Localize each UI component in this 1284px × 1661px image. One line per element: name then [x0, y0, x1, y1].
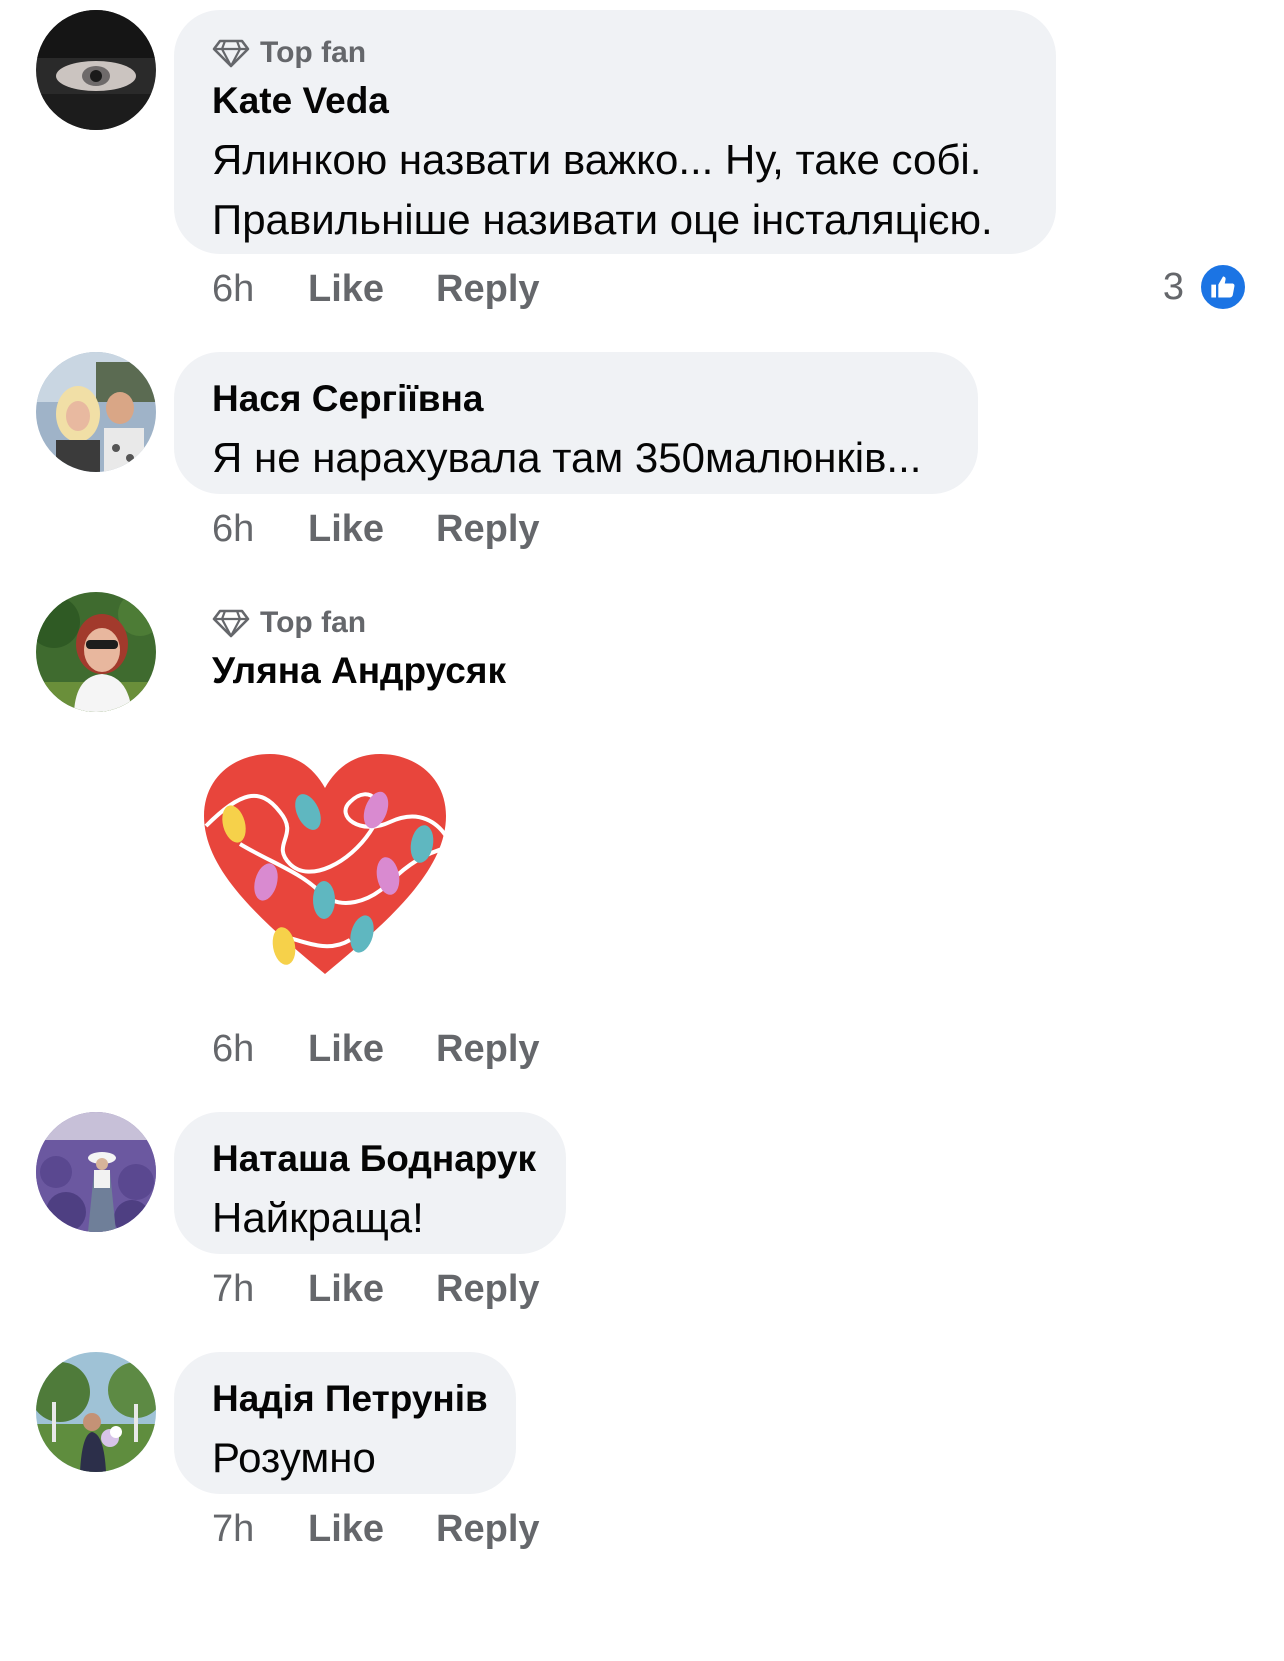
- like-button[interactable]: Like: [308, 508, 384, 551]
- comment-text-line: Ялинкою назвати важко... Ну, таке собі.: [212, 136, 982, 183]
- heart-lights-sticker[interactable]: [200, 752, 450, 983]
- avatar[interactable]: [36, 1112, 156, 1232]
- avatar[interactable]: [36, 352, 156, 472]
- comment-author[interactable]: Нася Сергіївна: [212, 374, 940, 424]
- comment-actions: 7h Like Reply: [212, 1264, 592, 1314]
- comment-text-line: Правильніше називати оце інсталяцією.: [212, 196, 993, 243]
- comment-text-line: Я не нарахувала там 350малюнків...: [212, 434, 922, 481]
- comment-actions: 6h Like Reply: [212, 504, 592, 554]
- avatar[interactable]: [36, 592, 156, 712]
- like-button[interactable]: Like: [308, 268, 384, 311]
- like-button[interactable]: Like: [308, 1268, 384, 1311]
- comment-text-line: Найкраща!: [212, 1194, 424, 1241]
- top-fan-badge: Top fan: [212, 34, 1018, 72]
- comment-bubble: Надія Петрунів Розумно: [174, 1352, 516, 1494]
- reply-button[interactable]: Reply: [436, 1508, 539, 1551]
- comment-actions: 6h Like Reply: [212, 264, 592, 314]
- comment-time[interactable]: 6h: [212, 268, 308, 311]
- comment-time[interactable]: 6h: [212, 1028, 308, 1071]
- comment-actions: 6h Like Reply: [212, 1024, 592, 1074]
- reply-button[interactable]: Reply: [436, 1268, 539, 1311]
- like-button[interactable]: Like: [308, 1508, 384, 1551]
- diamond-icon: [212, 39, 250, 68]
- top-fan-badge: Top fan: [212, 604, 506, 642]
- reply-button[interactable]: Reply: [436, 1028, 539, 1071]
- comment-text-line: Розумно: [212, 1434, 376, 1481]
- diamond-icon: [212, 609, 250, 638]
- comment-author[interactable]: Наташа Боднарук: [212, 1134, 536, 1184]
- comment-header: Top fan Уляна Андрусяк: [212, 604, 506, 696]
- reply-button[interactable]: Reply: [436, 268, 539, 311]
- avatar[interactable]: [36, 1352, 156, 1472]
- sticker-image: [204, 754, 448, 974]
- thumbs-up-icon: [1198, 262, 1248, 312]
- comment-bubble: Нася Сергіївна Я не нарахувала там 350ма…: [174, 352, 978, 494]
- comment-time[interactable]: 6h: [212, 508, 308, 551]
- comment-author[interactable]: Kate Veda: [212, 76, 1018, 126]
- comment-time[interactable]: 7h: [212, 1268, 308, 1311]
- comment-author[interactable]: Надія Петрунів: [212, 1374, 488, 1424]
- avatar[interactable]: [36, 10, 156, 130]
- reaction-count: 3: [1162, 265, 1184, 308]
- reaction-summary[interactable]: 3: [1163, 262, 1248, 312]
- comment-bubble: Top fan Kate Veda Ялинкою назвати важко.…: [174, 10, 1056, 254]
- top-fan-label: Top fan: [260, 606, 367, 639]
- top-fan-label: Top fan: [260, 36, 367, 69]
- reply-button[interactable]: Reply: [436, 508, 539, 551]
- comment-time[interactable]: 7h: [212, 1508, 308, 1551]
- comment-bubble: Наташа Боднарук Найкраща!: [174, 1112, 566, 1254]
- like-button[interactable]: Like: [308, 1028, 384, 1071]
- comment-author[interactable]: Уляна Андрусяк: [212, 646, 506, 696]
- comment-actions: 7h Like Reply: [212, 1504, 592, 1554]
